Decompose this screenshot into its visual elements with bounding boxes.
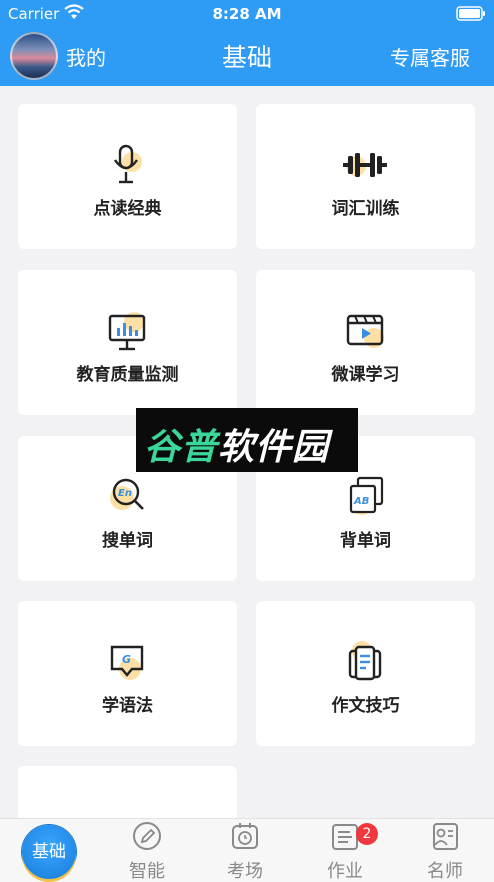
tab-bar: 基础 智能 考场 作业 2 名师 — [0, 818, 494, 882]
grammar-chat-icon: G — [102, 639, 152, 685]
ab-cards-icon: AB — [340, 474, 390, 520]
header: Carrier 8:28 AM 我的 基础 专属客服 — [0, 0, 494, 86]
card-label: 学语法 — [102, 696, 153, 716]
nav-bar: 我的 基础 专属客服 — [0, 28, 494, 86]
tab-kaochang[interactable]: 考场 — [200, 819, 290, 882]
card-label: 微课学习 — [331, 365, 400, 385]
status-bar: Carrier 8:28 AM — [0, 0, 494, 28]
microphone-icon — [102, 142, 152, 188]
card-weike[interactable]: 微课学习 — [256, 270, 475, 415]
svg-text:En: En — [118, 488, 132, 499]
tab-home-button[interactable]: 基础 — [22, 825, 76, 879]
tab-zhineng[interactable]: 智能 — [102, 819, 192, 882]
customer-service-link[interactable]: 专属客服 — [390, 42, 470, 71]
card-label: 点读经典 — [93, 199, 162, 219]
svg-text:G: G — [122, 653, 131, 666]
dumbbell-icon — [340, 142, 390, 188]
watermark-logo: 谷普软件园 — [136, 408, 358, 472]
card-label: 背单词 — [340, 531, 391, 551]
avatar[interactable] — [10, 32, 58, 80]
teacher-icon — [433, 823, 458, 850]
card-partial[interactable] — [18, 766, 237, 818]
video-player-icon — [340, 308, 390, 354]
battery-icon — [456, 6, 485, 21]
clock: 8:28 AM — [212, 5, 282, 23]
card-jiaoyu[interactable]: 教育质量监测 — [18, 270, 237, 415]
card-label: 教育质量监测 — [76, 365, 179, 385]
card-label: 搜单词 — [102, 531, 153, 551]
svg-text:AB: AB — [353, 496, 369, 507]
homework-badge: 2 — [356, 823, 378, 845]
card-label: 作文技巧 — [331, 696, 400, 716]
partial-card-icon — [102, 804, 152, 818]
pen-icon — [133, 822, 161, 850]
card-cihui[interactable]: 词汇训练 — [256, 104, 475, 249]
document-icon — [340, 639, 390, 685]
chart-board-icon — [102, 308, 152, 354]
clock-icon — [232, 823, 258, 849]
card-zuowen[interactable]: 作文技巧 — [256, 601, 475, 746]
me-link[interactable]: 我的 — [66, 42, 106, 71]
search-en-icon: En — [102, 474, 152, 520]
card-yufa[interactable]: G 学语法 — [18, 601, 237, 746]
card-label: 词汇训练 — [331, 199, 400, 219]
card-dianduo[interactable]: 点读经典 — [18, 104, 237, 249]
tab-mingshi[interactable]: 名师 — [400, 819, 490, 882]
